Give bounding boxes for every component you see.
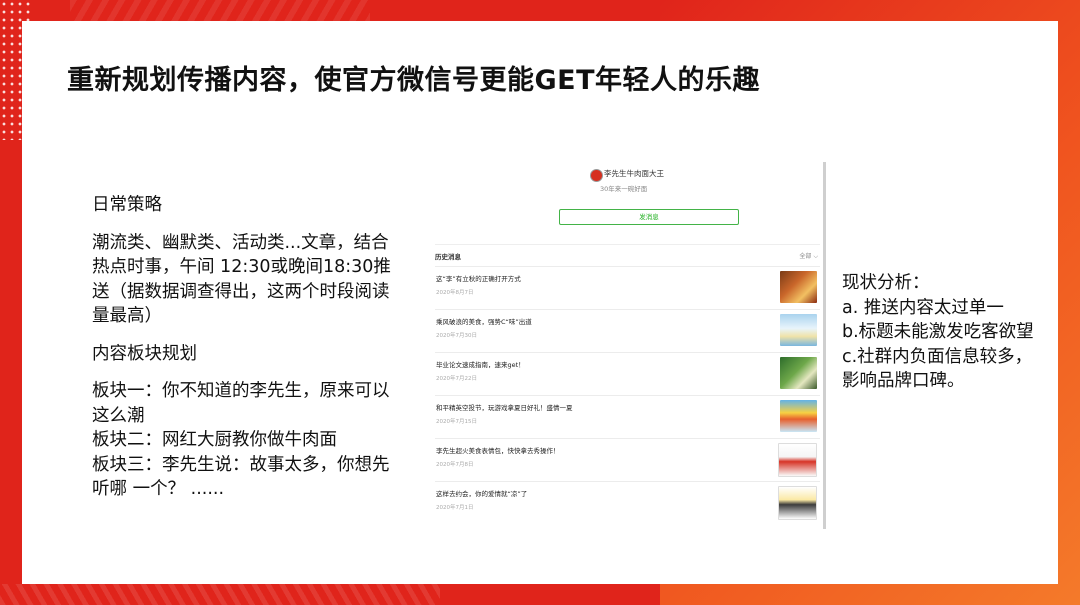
analysis-item-b: b.标题未能激发吃客欲望 [842,322,1034,342]
account-name: 李先生牛肉面大王 [604,169,664,178]
message-thumbnail[interactable] [778,486,817,520]
message-thumbnail[interactable] [780,357,817,389]
history-all-filter[interactable]: 全部 ⌵ [799,251,818,261]
strategy-text-block: 日常策略 潮流类、幽默类、活动类...文章，结合热点时事，午间 12:30或晚间… [92,193,402,502]
send-message-button[interactable]: 发消息 [559,209,739,225]
message-thumbnail[interactable] [780,314,817,346]
slide-title: 重新规划传播内容，使官方微信号更能GET年轻人的乐趣 [67,65,761,96]
account-avatar [590,169,603,182]
history-message-item[interactable]: 李先生超火美食表情包，快快拿去秀操作！ 2020年7月8日 [435,438,820,482]
content-block-three: 板块三：李先生说：故事太多，你想先听哪 一个？ ...... [92,454,390,500]
message-thumbnail[interactable] [778,443,817,477]
history-message-item[interactable]: 和平精英空投节，玩游戏拿夏日好礼！盛情一夏 2020年7月15日 [435,395,820,439]
content-block-two: 板块二：网红大厨教你做牛肉面 [92,430,337,450]
message-date: 2020年7月1日 [436,505,474,511]
wechat-account-screenshot: 李先生牛肉面大王 30年来一碗好面 发消息 历史消息 全部 ⌵ 这“李”有立秋的正… [428,162,826,529]
history-message-item[interactable]: 这样去约会，你的爱情就“凉”了 2020年7月1日 [435,481,820,525]
message-date: 2020年7月30日 [436,333,477,339]
message-title[interactable]: 和平精英空投节，玩游戏拿夏日好礼！盛情一夏 [436,402,573,412]
scrollbar[interactable] [823,162,826,529]
message-title[interactable]: 毕业论文速成指南，速来get！ [436,359,525,369]
content-planning-heading: 内容板块规划 [92,343,197,364]
daily-strategy-paragraph: 潮流类、幽默类、活动类...文章，结合热点时事，午间 12:30或晚间18:30… [92,232,391,327]
analysis-heading: 现状分析： [842,273,930,293]
daily-strategy-heading: 日常策略 [92,195,162,215]
message-date: 2020年7月15日 [436,419,477,425]
message-date: 2020年7月8日 [436,462,474,468]
message-title[interactable]: 乘风破浪的美食，强势C“味”出道 [436,316,532,326]
history-all-label[interactable]: 全部 [799,253,811,260]
message-title[interactable]: 李先生超火美食表情包，快快拿去秀操作！ [436,445,560,455]
analysis-item-a: a. 推送内容太过单一 [842,297,1004,318]
history-label: 历史消息 [435,253,461,261]
history-message-item[interactable]: 毕业论文速成指南，速来get！ 2020年7月22日 [435,352,820,396]
history-message-item[interactable]: 这“李”有立秋的正确打开方式 2020年8月7日 [435,266,820,310]
background-stripe-bottom [0,584,440,605]
status-analysis-block: 现状分析： a. 推送内容太过单一 b.标题未能激发吃客欲望 c.社群内负面信息… [842,271,1042,394]
message-date: 2020年7月22日 [436,376,477,382]
history-header: 历史消息 全部 ⌵ [435,244,820,261]
message-thumbnail[interactable] [780,271,817,303]
message-title[interactable]: 这样去约会，你的爱情就“凉”了 [436,488,527,498]
account-profile-header: 李先生牛肉面大王 30年来一碗好面 发消息 [428,162,823,237]
analysis-item-c: c.社群内负面信息较多， 影响品牌口碑。 [842,346,1033,392]
message-thumbnail[interactable] [780,400,817,432]
chevron-down-icon[interactable]: ⌵ [813,253,818,260]
background-stripe-top [70,0,370,21]
account-description: 30年来一碗好面 [600,185,648,193]
slide-card: 重新规划传播内容，使官方微信号更能GET年轻人的乐趣 日常策略 潮流类、幽默类、… [22,21,1058,584]
content-block-one: 板块一：你不知道的李先生，原来可以这么潮 [92,381,390,426]
message-date: 2020年8月7日 [436,290,474,296]
history-message-item[interactable]: 乘风破浪的美食，强势C“味”出道 2020年7月30日 [435,309,820,353]
message-title[interactable]: 这“李”有立秋的正确打开方式 [436,273,521,283]
